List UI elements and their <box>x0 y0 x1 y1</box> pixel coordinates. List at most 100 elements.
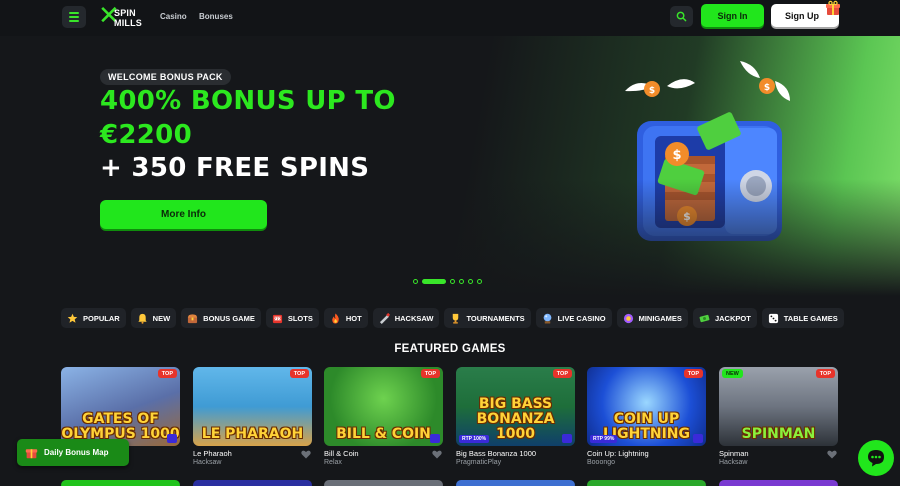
heart-icon[interactable] <box>432 450 442 459</box>
category-label: LIVE CASINO <box>557 313 606 323</box>
svg-text:777: 777 <box>274 316 282 320</box>
game-card-next-row[interactable] <box>193 480 312 486</box>
chest-icon <box>188 313 198 323</box>
game-provider: PragmaticPlay <box>456 459 502 466</box>
rtp-badge: RTP 100% <box>459 435 490 443</box>
game-art-title: BILL & COIN <box>336 426 431 442</box>
game-card-next-row[interactable] <box>456 480 575 486</box>
game-card-next-row[interactable] <box>587 480 706 486</box>
category-slots[interactable]: 777 SLOTS <box>265 308 319 328</box>
heart-icon[interactable] <box>301 450 311 459</box>
players-icon <box>562 434 572 443</box>
search-button[interactable] <box>670 6 693 27</box>
category-jackpot[interactable]: JACKPOT <box>692 308 757 328</box>
category-label: POPULAR <box>83 313 120 323</box>
game-provider: Hacksaw <box>719 459 748 466</box>
game-thumbnail[interactable]: SPINMAN NEW TOP <box>719 367 838 446</box>
game-card-coin-up-lightning[interactable]: COIN UP LIGHTNING TOP RTP 99% Coin Up: L… <box>587 367 706 466</box>
top-badge: TOP <box>815 369 835 378</box>
top-badge: TOP <box>157 369 177 378</box>
top-badge: TOP <box>683 369 703 378</box>
players-icon <box>693 434 703 443</box>
hero-headline-line1: 400% BONUS UP TO <box>100 86 396 116</box>
game-art-title: GATES OF OLYMPUS 1000 <box>61 411 180 442</box>
game-thumbnail[interactable]: LE PHARAOH TOP <box>193 367 312 446</box>
nav-link-casino[interactable]: Casino <box>160 12 187 21</box>
sign-up-button[interactable]: Sign Up <box>771 0 840 27</box>
game-name[interactable]: Big Bass Bonanza 1000 <box>456 449 536 458</box>
game-card-next-row[interactable] <box>61 480 180 486</box>
carousel-dot[interactable] <box>413 278 418 284</box>
category-hot[interactable]: HOT <box>323 308 368 328</box>
category-label: NEW <box>152 313 171 323</box>
star-icon <box>67 313 78 323</box>
game-card-big-bass-bonanza-1000[interactable]: BIG BASS BONANZA 1000 TOP RTP 100% Big B… <box>456 367 575 466</box>
game-thumbnail[interactable]: COIN UP LIGHTNING TOP RTP 99% <box>587 367 706 446</box>
game-card-le-pharaoh[interactable]: LE PHARAOH TOP Le Pharaoh Hacksaw <box>193 367 312 466</box>
daily-bonus-map-button[interactable]: Daily Bonus Map <box>17 439 129 466</box>
game-card-next-row[interactable] <box>324 480 443 486</box>
carousel-dot[interactable] <box>468 278 473 284</box>
carousel-dot[interactable] <box>459 278 464 284</box>
game-card-spinman[interactable]: SPINMAN NEW TOP Spinman Hacksaw <box>719 367 838 466</box>
game-name[interactable]: Spinman <box>719 449 749 458</box>
game-card-bill-and-coin[interactable]: BILL & COIN TOP Bill & Coin Relax <box>324 367 443 466</box>
gift-icon <box>826 0 840 15</box>
nav-link-bonuses[interactable]: Bonuses <box>199 12 233 21</box>
hero-headline-line2: €2200 <box>100 120 192 150</box>
game-thumbnail[interactable]: BIG BASS BONANZA 1000 TOP RTP 100% <box>456 367 575 446</box>
top-badge: TOP <box>420 369 440 378</box>
category-label: TABLE GAMES <box>783 313 838 323</box>
category-minigames[interactable]: MINIGAMES <box>616 308 688 328</box>
welcome-bonus-badge: WELCOME BONUS PACK <box>100 69 231 85</box>
more-info-button[interactable]: More Info <box>100 200 267 229</box>
game-name[interactable]: Coin Up: Lightning <box>587 449 649 458</box>
carousel-dot[interactable] <box>450 278 455 284</box>
chat-bubble-icon <box>868 450 884 467</box>
game-provider: Booongo <box>587 459 616 466</box>
game-thumbnail[interactable]: GATES OF OLYMPUS 1000 TOP <box>61 367 180 446</box>
heart-icon[interactable] <box>827 450 837 459</box>
category-label: HACKSAW <box>394 313 434 323</box>
category-bonus-game[interactable]: BONUS GAME <box>181 308 261 328</box>
sign-up-label: Sign Up <box>785 10 819 21</box>
game-provider: Relax <box>324 459 342 466</box>
bell-icon <box>138 313 147 324</box>
carousel-dot-active[interactable] <box>422 278 446 284</box>
category-bar: POPULAR NEW BONUS GAME 777 SLOTS HOT HAC… <box>61 308 844 328</box>
category-label: BONUS GAME <box>203 313 255 323</box>
category-table-games[interactable]: TABLE GAMES <box>761 308 844 328</box>
featured-games-heading: FEATURED GAMES <box>394 343 506 355</box>
top-header: ✕ SPIN MILLS Casino Bonuses Sign In Sign… <box>0 0 900 36</box>
menu-bar-icon <box>69 16 79 18</box>
game-card-gates-of-olympus[interactable]: GATES OF OLYMPUS 1000 TOP 1000 <box>61 367 180 458</box>
players-icon <box>167 434 177 443</box>
gift-icon <box>25 449 38 459</box>
category-hacksaw[interactable]: HACKSAW <box>372 308 440 328</box>
logo-text-bottom: MILLS <box>114 18 142 28</box>
game-thumbnail[interactable]: BILL & COIN TOP <box>324 367 443 446</box>
new-badge: NEW <box>722 369 743 378</box>
crystal-ball-icon <box>543 313 552 324</box>
top-badge: TOP <box>289 369 309 378</box>
dice-icon <box>768 313 778 323</box>
daily-bonus-map-label: Daily Bonus Map <box>44 448 109 457</box>
category-tournaments[interactable]: TOURNAMENTS <box>444 308 531 328</box>
sign-in-button[interactable]: Sign In <box>701 4 764 27</box>
game-name[interactable]: Le Pharaoh <box>193 449 232 458</box>
category-label: TOURNAMENTS <box>466 313 525 323</box>
logo-text-top: SPIN <box>114 8 136 18</box>
live-chat-button[interactable] <box>858 440 894 476</box>
game-card-next-row[interactable] <box>719 480 838 486</box>
hamburger-menu-button[interactable] <box>62 6 86 28</box>
game-name[interactable]: Bill & Coin <box>324 449 359 458</box>
carousel-dot[interactable] <box>477 278 482 284</box>
category-label: MINIGAMES <box>638 313 682 323</box>
menu-bar-icon <box>69 12 79 14</box>
spinmills-logo[interactable]: ✕ SPIN MILLS <box>98 3 150 31</box>
game-art-title: SPINMAN <box>741 426 816 442</box>
category-new[interactable]: NEW <box>130 308 177 328</box>
category-popular[interactable]: POPULAR <box>61 308 126 328</box>
controller-icon <box>623 313 633 323</box>
category-live-casino[interactable]: LIVE CASINO <box>535 308 612 328</box>
